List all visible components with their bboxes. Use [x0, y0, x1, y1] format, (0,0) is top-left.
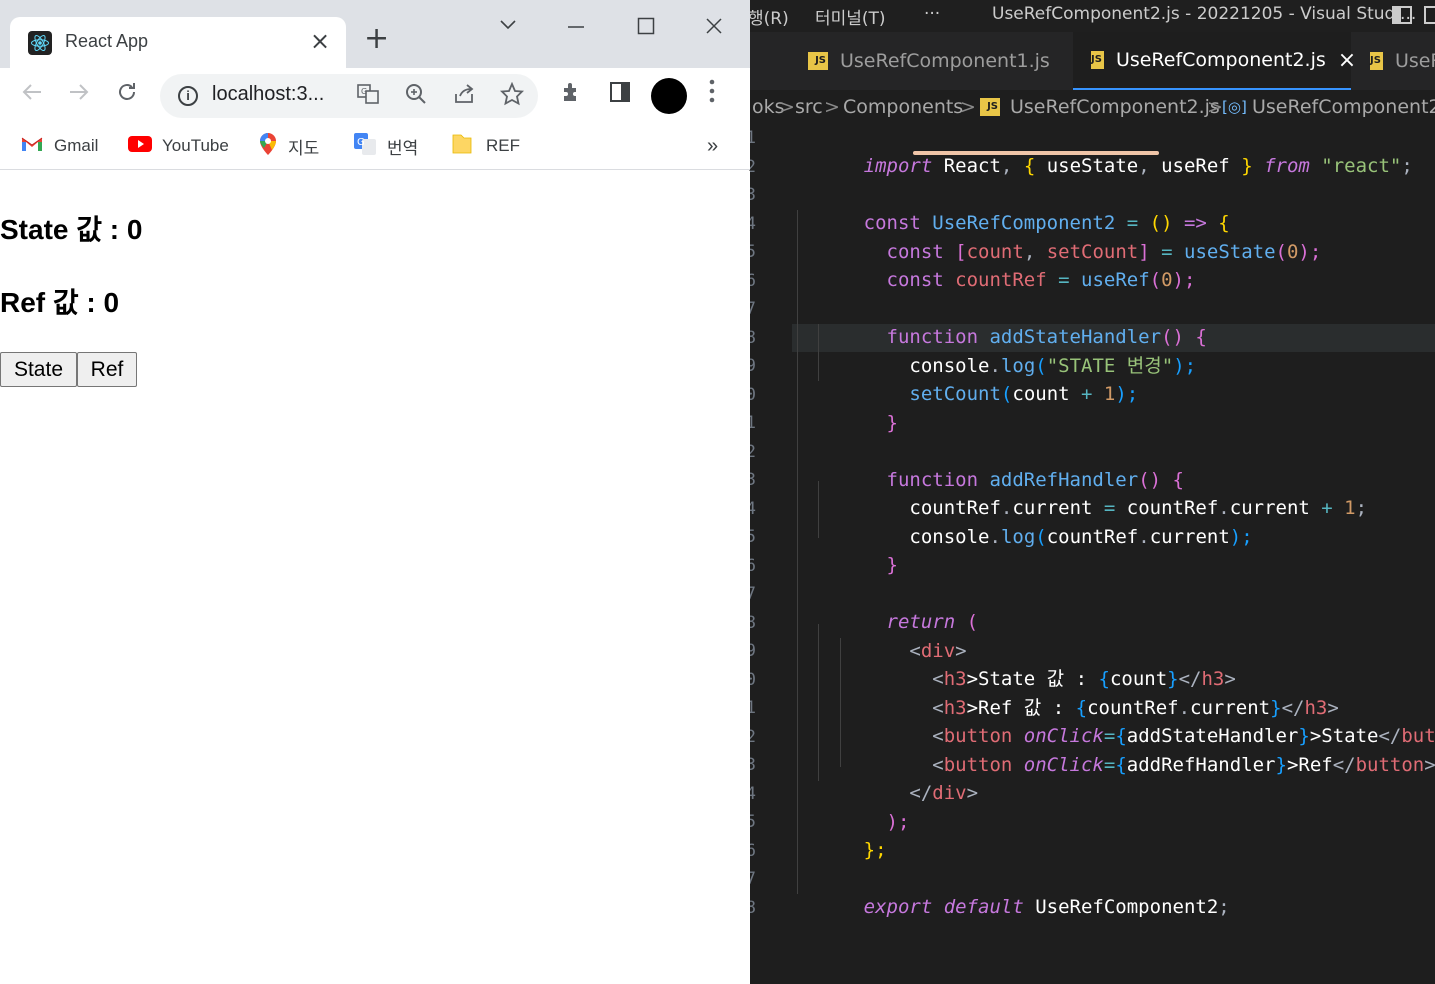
code-line-18: <div> [863, 640, 967, 662]
close-window-icon[interactable] [705, 16, 723, 41]
back-icon[interactable] [20, 80, 44, 111]
address-bar[interactable]: i localhost:3... G [160, 74, 538, 118]
code-line-22: <button onClick={addRefHandler}>Ref</but… [863, 754, 1435, 776]
menu-run[interactable]: 행(R) [748, 4, 789, 29]
browser-toolbar: i localhost:3... G [0, 68, 750, 124]
code-line-13: countRef.current = countRef.current + 1; [863, 497, 1368, 519]
chevron-right-icon: > [1207, 96, 1223, 118]
chevron-right-icon: > [824, 96, 840, 118]
tab-user-overflow[interactable]: JS UseR [1352, 32, 1435, 90]
bookmark-translate[interactable]: G 번역 [353, 132, 418, 160]
maps-pin-icon [258, 132, 278, 161]
state-button[interactable]: State [0, 352, 77, 387]
zoom-icon[interactable] [404, 82, 428, 112]
code-line-20: <h3>Ref 값 : {countRef.current}</h3> [863, 697, 1339, 719]
translate-icon[interactable]: G [356, 82, 380, 112]
code-line-1: import React, { useState, useRef } from … [863, 155, 1413, 177]
browser-tab[interactable]: React App × [10, 17, 346, 68]
menu-more[interactable]: ··· [924, 4, 940, 24]
svg-text:G: G [361, 87, 367, 96]
bookmark-maps[interactable]: 지도 [258, 132, 319, 160]
breadcrumb-file[interactable]: UseRefComponent2.js [1010, 96, 1220, 118]
code-line-8: console.log("STATE 변경"); [863, 355, 1197, 377]
code-line-25: }; [863, 839, 887, 861]
forward-icon[interactable] [67, 80, 91, 111]
side-panel-icon[interactable] [608, 80, 632, 110]
minimize-icon[interactable] [567, 14, 585, 39]
info-icon[interactable]: i [178, 86, 198, 106]
chevron-right-icon: > [779, 96, 795, 118]
ref-value-heading: Ref 값 : 0 [0, 287, 120, 318]
avatar[interactable] [651, 78, 687, 114]
code-line-12: function addRefHandler() { [863, 469, 1184, 491]
code-line-14: console.log(countRef.current); [863, 526, 1253, 548]
more-menu-icon[interactable] [708, 78, 716, 112]
share-icon[interactable] [452, 82, 476, 112]
svg-text:G: G [357, 137, 365, 148]
bookmark-label: Gmail [54, 136, 99, 155]
extensions-icon[interactable] [560, 80, 584, 110]
toggle-panel-icon[interactable] [1424, 6, 1435, 24]
tab-strip: React App × + [0, 0, 750, 68]
symbol-icon: [◎] [1222, 98, 1247, 116]
bookmarks-overflow-icon[interactable]: » [707, 132, 718, 160]
tab-label: UseRefComponent1.js [840, 50, 1050, 72]
js-file-icon: JS [1091, 51, 1104, 69]
react-logo-icon [28, 31, 52, 55]
bookmark-gmail[interactable]: Gmail [20, 132, 98, 160]
js-file-icon: JS [980, 98, 1000, 116]
folder-icon [452, 133, 472, 160]
url-text[interactable]: localhost:3... [212, 83, 324, 106]
code-line-24: ); [863, 811, 910, 833]
bookmark-label: REF [486, 136, 520, 155]
js-file-icon: JS [808, 52, 828, 70]
tab-label: UseRefComponent2.js [1115, 49, 1326, 71]
toggle-sidebar-icon[interactable] [1392, 6, 1412, 24]
page-content: State 값 : 0 Ref 값 : 0 State Ref [0, 171, 750, 984]
chevron-down-icon[interactable] [499, 12, 517, 37]
code-line-3: const UseRefComponent2 = () => { [863, 212, 1230, 234]
chrome-window: React App × + i localhost:3... G Gmail Y… [0, 0, 750, 984]
window-title: UseRefComponent2.js - 20221205 - Visual … [992, 4, 1417, 24]
breadcrumb-components[interactable]: Components [843, 96, 963, 118]
chevron-right-icon: > [960, 96, 976, 118]
menu-terminal[interactable]: 터미널(T) [815, 4, 886, 29]
code-line-15: } [863, 554, 898, 576]
bookmarks-bar: Gmail YouTube 지도 G 번역 REF » [0, 124, 750, 170]
gmail-icon [20, 135, 44, 158]
code-line-21: <button onClick={addStateHandler}>State<… [863, 725, 1435, 747]
code-line-27: export default UseRefComponent2; [863, 896, 1230, 918]
bookmark-youtube[interactable]: YouTube [128, 132, 229, 160]
breadcrumb-symbol[interactable]: UseRefComponent2 [1252, 96, 1435, 118]
reload-icon[interactable] [115, 80, 139, 111]
code-line-9: setCount(count + 1); [863, 383, 1139, 405]
bookmark-star-icon[interactable] [499, 81, 525, 112]
bookmark-label: 번역 [387, 138, 419, 158]
google-translate-icon: G [353, 132, 377, 161]
code-line-5: const countRef = useRef(0); [863, 269, 1196, 291]
tab-label: UseR [1394, 50, 1435, 72]
tab-title: React App [65, 31, 149, 51]
tab-userefcomponent2[interactable]: JS UseRefComponent2.js × [1073, 32, 1356, 90]
breadcrumb-src[interactable]: src [795, 96, 823, 118]
code-line-23: </div> [863, 782, 979, 804]
close-icon[interactable]: × [310, 27, 330, 55]
bookmark-label: 지도 [288, 138, 320, 158]
code-line-10: } [863, 412, 898, 434]
ref-button[interactable]: Ref [77, 352, 137, 387]
maximize-icon[interactable] [637, 16, 655, 41]
new-tab-button[interactable]: + [364, 24, 389, 54]
code-line-17: return ( [863, 611, 979, 633]
bookmark-label: YouTube [162, 136, 229, 155]
js-file-icon: JS [1370, 52, 1383, 70]
state-value-heading: State 값 : 0 [0, 214, 143, 245]
tab-userefcomponent1[interactable]: JS UseRefComponent1.js [790, 32, 1070, 90]
bookmark-folder-ref[interactable]: REF [452, 132, 520, 160]
youtube-icon [128, 135, 152, 158]
code-line-4: const [count, setCount] = useState(0); [863, 241, 1322, 263]
code-line-7: function addStateHandler() { [863, 326, 1207, 348]
code-line-19: <h3>State 값 : {count}</h3> [863, 668, 1236, 690]
